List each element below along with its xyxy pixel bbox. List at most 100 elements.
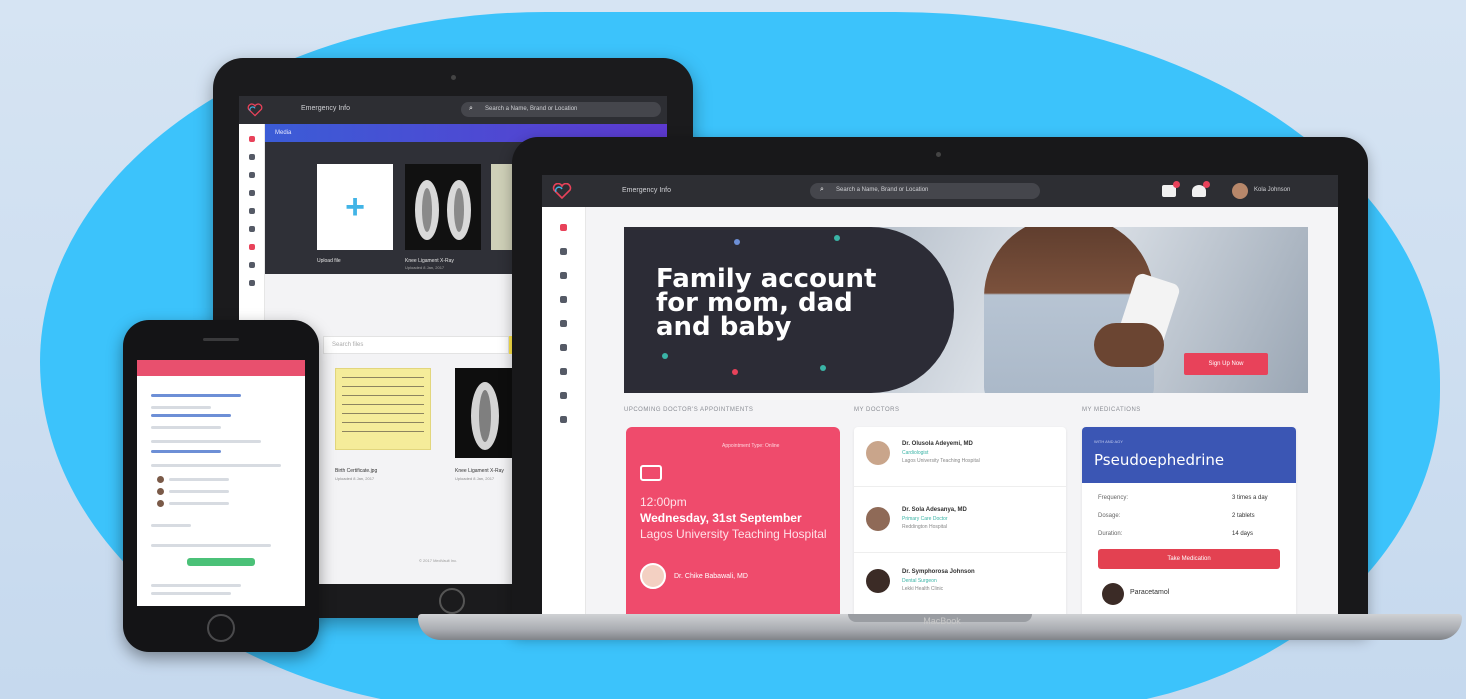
confetti-dot xyxy=(662,353,668,359)
person-icon[interactable] xyxy=(248,172,255,178)
medication-name: Pseudoephedrine xyxy=(1094,451,1225,469)
tablet-camera xyxy=(451,75,456,80)
tablet-topbar: Emergency Info ⌕ Search a Name, Brand or … xyxy=(239,96,667,124)
xray-title: Knee Ligament X-Ray xyxy=(405,258,454,264)
pill-icon[interactable] xyxy=(560,320,567,327)
tablet-home-button[interactable] xyxy=(439,588,465,614)
phone-screen xyxy=(137,360,305,606)
key-icon[interactable] xyxy=(560,248,567,255)
xray2-subtitle: Uploaded 8 Jan, 2017 xyxy=(455,476,495,481)
calendar-icon[interactable] xyxy=(560,296,567,303)
settings-icon[interactable] xyxy=(248,280,255,286)
hero-headline: Family account for mom, dad and baby xyxy=(656,264,877,342)
tablet-search-input[interactable]: ⌕ Search a Name, Brand or Location xyxy=(461,102,661,117)
bell-icon[interactable] xyxy=(1192,181,1210,197)
doctor-name: Dr. Olusola Adeyemi, MD xyxy=(902,441,973,447)
laptop-notch xyxy=(848,614,1032,622)
phone-text-line xyxy=(151,414,231,417)
note-title: Birth Certificate.jpg xyxy=(335,468,378,474)
sign-up-button[interactable]: Sign Up Now xyxy=(1184,353,1268,375)
home-icon[interactable] xyxy=(248,136,255,142)
tablet-footer: © 2017 MedVault Inc. xyxy=(419,558,458,563)
tablet-app-title: Emergency Info xyxy=(301,105,351,112)
plus-icon[interactable] xyxy=(560,344,567,351)
phone-text-line xyxy=(151,406,211,409)
doctor-name: Dr. Sola Adesanya, MD xyxy=(902,507,967,513)
plus-icon: + xyxy=(345,187,365,226)
doctor-name: Dr. Symphorosa Johnson xyxy=(902,569,975,575)
confetti-dot xyxy=(734,239,740,245)
phone-text-line xyxy=(151,440,261,443)
laptop-device: Emergency Info ⌕ Search a Name, Brand or … xyxy=(512,137,1368,635)
take-medication-button[interactable]: Take Medication xyxy=(1098,549,1280,569)
notification-badge xyxy=(1173,181,1180,188)
plus-icon[interactable] xyxy=(248,226,255,232)
messages-icon[interactable] xyxy=(1162,181,1180,197)
phone-action-button[interactable] xyxy=(187,558,255,566)
document-icon[interactable] xyxy=(560,368,567,375)
key-icon[interactable] xyxy=(248,154,255,160)
laptop-search-placeholder: Search a Name, Brand or Location xyxy=(836,187,929,193)
doctor-avatar xyxy=(640,563,666,589)
doctor-hospital: Lekki Health Clinic xyxy=(902,586,944,592)
doctor-row[interactable]: Dr. Sola Adesanya, MD Primary Care Docto… xyxy=(854,493,1066,553)
tablet-search-placeholder: Search a Name, Brand or Location xyxy=(485,106,578,112)
document-icon[interactable] xyxy=(248,244,255,250)
foot-xray-image-2 xyxy=(471,382,499,450)
calendar-icon[interactable] xyxy=(248,190,255,196)
notification-badge xyxy=(1203,181,1210,188)
shield-icon[interactable] xyxy=(248,262,255,268)
frequency-label: Frequency: xyxy=(1098,495,1129,501)
phone-text-line xyxy=(151,592,231,595)
doctor-role: Dental Surgeon xyxy=(902,578,937,584)
appointment-time: 12:00pm xyxy=(640,495,687,509)
user-name[interactable]: Kola Johnson xyxy=(1254,187,1290,193)
xray2-title: Knee Ligament X-Ray xyxy=(455,468,504,474)
medication-header: WITH AND AGY Pseudoephedrine xyxy=(1082,427,1296,483)
phone-header-bar xyxy=(137,360,305,376)
phone-avatar xyxy=(157,488,164,495)
appointment-date: Wednesday, 31st September xyxy=(640,511,802,525)
user-avatar[interactable] xyxy=(1232,183,1248,199)
settings-icon[interactable] xyxy=(560,416,567,423)
doctor-role: Cardiologist xyxy=(902,450,929,456)
doctor-row[interactable]: Dr. Symphorosa Johnson Dental Surgeon Le… xyxy=(854,555,1066,615)
scene: Emergency Info ⌕ Search a Name, Brand or … xyxy=(0,0,1466,699)
appointment-card[interactable]: Appointment Type: Online 12:00pm Wednesd… xyxy=(626,427,840,625)
hero-hand-image xyxy=(1094,323,1164,367)
phone-text-line xyxy=(151,584,241,587)
phone-text-line xyxy=(169,490,229,493)
confetti-dot xyxy=(820,365,826,371)
person-icon[interactable] xyxy=(560,272,567,279)
phone-avatar xyxy=(157,500,164,507)
laptop-sidebar xyxy=(542,207,586,625)
laptop-screen: Emergency Info ⌕ Search a Name, Brand or … xyxy=(542,175,1338,625)
home-icon[interactable] xyxy=(560,224,567,231)
medications-heading: MY MEDICATIONS xyxy=(1082,407,1141,413)
doctor-row[interactable]: Dr. Olusola Adeyemi, MD Cardiologist Lag… xyxy=(854,427,1066,487)
note-subtitle: Uploaded 8 Jan, 2017 xyxy=(335,476,375,481)
laptop-base xyxy=(418,614,1462,640)
pill-icon[interactable] xyxy=(248,208,255,214)
laptop-topbar: Emergency Info ⌕ Search a Name, Brand or … xyxy=(542,175,1338,207)
doctor-avatar xyxy=(866,507,890,531)
heart-logo-icon xyxy=(247,103,263,117)
xray-thumbnail[interactable] xyxy=(405,164,481,250)
phone-text-line xyxy=(169,478,229,481)
appointment-place: Lagos University Teaching Hospital xyxy=(640,527,827,541)
laptop-camera xyxy=(936,152,941,157)
search-icon: ⌕ xyxy=(469,105,473,112)
confetti-dot xyxy=(834,235,840,241)
birth-certificate-thumbnail[interactable] xyxy=(335,368,431,450)
duration-value: 14 days xyxy=(1232,531,1254,537)
medication-tag: WITH AND AGY xyxy=(1094,439,1123,444)
upload-file-card[interactable]: + xyxy=(317,164,393,250)
file-search-input[interactable]: Search files xyxy=(323,336,509,354)
doctor-hospital: Lagos University Teaching Hospital xyxy=(902,458,980,464)
xray-thumbnail-2[interactable] xyxy=(455,368,515,458)
phone-home-button[interactable] xyxy=(207,614,235,642)
appointment-type: Appointment Type: Online xyxy=(722,443,780,449)
phone-device xyxy=(123,320,319,652)
laptop-search-input[interactable]: ⌕ Search a Name, Brand or Location xyxy=(810,183,1040,199)
shield-icon[interactable] xyxy=(560,392,567,399)
